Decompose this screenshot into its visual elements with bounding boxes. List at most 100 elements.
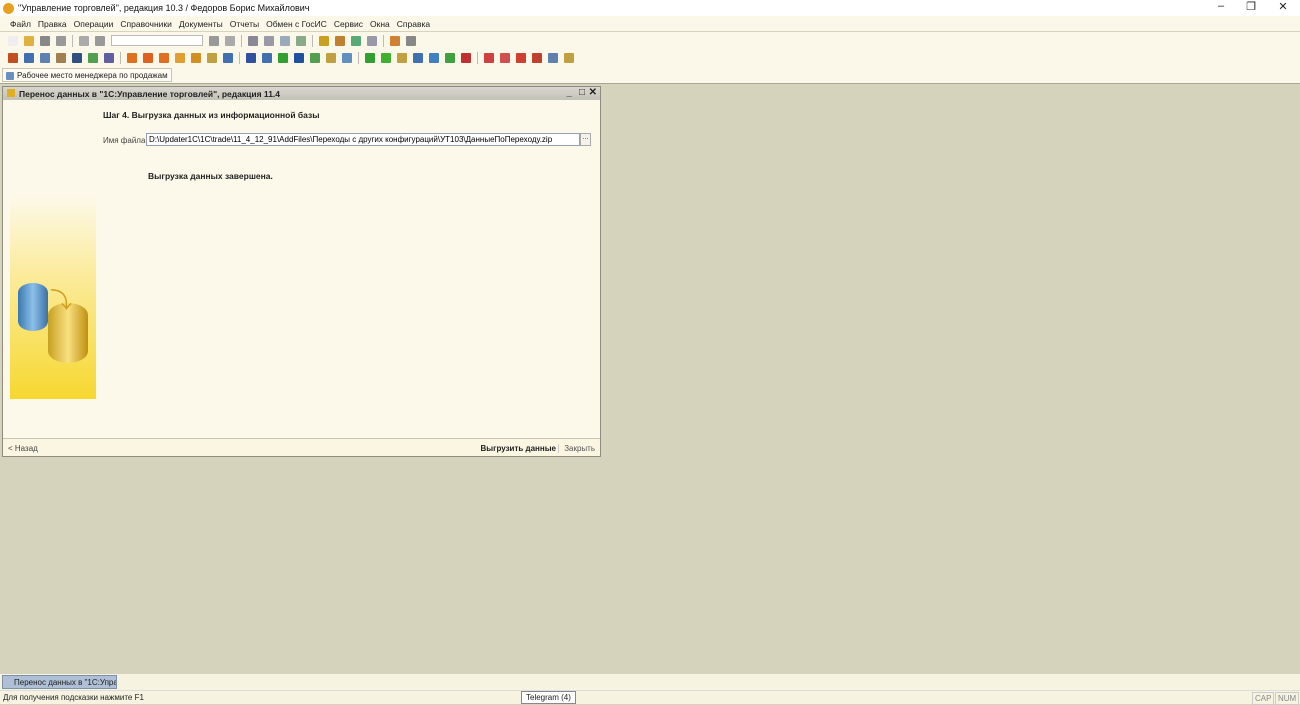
toolbar-button-icon[interactable] xyxy=(8,35,18,46)
taskbar-item-transfer[interactable]: Перенос данных в "1С:Упра... xyxy=(2,675,117,689)
toolbar-button-icon[interactable] xyxy=(413,52,423,63)
toolbar-button-icon[interactable] xyxy=(280,35,290,46)
toolbar-button-icon[interactable] xyxy=(532,52,542,63)
toolbar-button-icon[interactable] xyxy=(159,52,169,63)
toolbar-button-icon[interactable] xyxy=(445,52,455,63)
toolbar-button-icon[interactable] xyxy=(564,52,574,63)
toolbar-button-icon[interactable] xyxy=(225,35,235,46)
toolbar-button-icon[interactable] xyxy=(127,52,137,63)
toolbar-button-icon[interactable] xyxy=(461,52,471,63)
toolbar-button-icon[interactable] xyxy=(397,52,407,63)
toolbar-button-icon[interactable] xyxy=(56,52,66,63)
toolbar-button-icon[interactable] xyxy=(296,35,306,46)
minimize-button[interactable]: – xyxy=(1206,0,1236,12)
close-app-button[interactable]: ✕ xyxy=(1268,0,1298,13)
app-logo-icon xyxy=(3,2,14,14)
menu-item[interactable]: Файл xyxy=(10,19,31,29)
toolbar-button-icon[interactable] xyxy=(8,52,18,63)
dialog-icon xyxy=(7,89,15,97)
menu-item[interactable]: Правка xyxy=(38,19,67,29)
toolbar-button-icon[interactable] xyxy=(351,35,361,46)
dialog-close-button[interactable]: ✕ xyxy=(589,87,597,98)
toolbar-button-icon[interactable] xyxy=(40,35,50,46)
toolbar-button-icon[interactable] xyxy=(516,52,526,63)
toolbar-button-icon[interactable] xyxy=(342,52,352,63)
toolbar-button-icon[interactable] xyxy=(95,35,105,46)
toolbar-button-icon[interactable] xyxy=(365,52,375,63)
database-blue-icon xyxy=(18,283,48,331)
toolbar-button-icon[interactable] xyxy=(104,52,114,63)
toolbar-button-icon[interactable] xyxy=(319,35,329,46)
toolbar-separator xyxy=(72,34,73,47)
menu-item[interactable]: Окна xyxy=(370,19,390,29)
app-title: "Управление торговлей", редакция 10.3 / … xyxy=(18,3,310,13)
telegram-tooltip: Telegram (4) xyxy=(521,691,576,704)
toolbar-button-icon[interactable] xyxy=(88,52,98,63)
num-indicator: NUM xyxy=(1275,692,1300,705)
toolbar-button-icon[interactable] xyxy=(207,52,217,63)
toolbar-button-icon[interactable] xyxy=(175,52,185,63)
status-hint: Для получения подсказки нажмите F1 xyxy=(3,693,144,702)
menu-item[interactable]: Операции xyxy=(74,19,114,29)
toolbar-button-icon[interactable] xyxy=(40,52,50,63)
close-button[interactable]: Закрыть xyxy=(558,444,595,453)
restore-button[interactable]: ❐ xyxy=(1236,0,1266,13)
panel-tab-sales-manager[interactable]: Рабочее место менеджера по продажам xyxy=(2,68,172,82)
toolbar-separator xyxy=(120,51,121,64)
search-combo[interactable] xyxy=(111,35,203,46)
toolbar-button-icon[interactable] xyxy=(246,52,256,63)
export-data-button[interactable]: Выгрузить данные xyxy=(481,444,557,453)
toolbar-button-icon[interactable] xyxy=(500,52,510,63)
cap-indicator: CAP xyxy=(1252,692,1275,705)
menu-item[interactable]: Отчеты xyxy=(230,19,259,29)
dialog-title-bar: Перенос данных в "1С:Управление торговле… xyxy=(3,87,600,100)
toolbar-button-icon[interactable] xyxy=(484,52,494,63)
toolbar-separator xyxy=(477,51,478,64)
toolbar-button-icon[interactable] xyxy=(294,52,304,63)
toolbar-documents xyxy=(0,49,1300,66)
toolbar-button-icon[interactable] xyxy=(326,52,336,63)
toolbar-button-icon[interactable] xyxy=(429,52,439,63)
status-message: Выгрузка данных завершена. xyxy=(148,171,273,181)
toolbar-button-icon[interactable] xyxy=(548,52,558,63)
dialog-minimize-button[interactable]: _ xyxy=(566,87,572,98)
toolbar-button-icon[interactable] xyxy=(264,35,274,46)
toolbar-button-icon[interactable] xyxy=(381,52,391,63)
toolbar-separator xyxy=(239,51,240,64)
browse-button[interactable]: ... xyxy=(580,133,591,146)
toolbar-separator xyxy=(241,34,242,47)
toolbar-button-icon[interactable] xyxy=(406,35,416,46)
menu-item[interactable]: Справка xyxy=(397,19,430,29)
toolbar-button-icon[interactable] xyxy=(262,52,272,63)
toolbar-separator xyxy=(358,51,359,64)
toolbar-button-icon[interactable] xyxy=(310,52,320,63)
status-bar: Для получения подсказки нажмите F1 Teleg… xyxy=(0,690,1300,705)
toolbar-button-icon[interactable] xyxy=(390,35,400,46)
toolbar-button-icon[interactable] xyxy=(143,52,153,63)
toolbar-button-icon[interactable] xyxy=(223,52,233,63)
dialog-maximize-button[interactable]: □ xyxy=(579,87,585,98)
toolbar-separator xyxy=(383,34,384,47)
toolbar-button-icon[interactable] xyxy=(191,52,201,63)
toolbar-button-icon[interactable] xyxy=(248,35,258,46)
file-name-input[interactable] xyxy=(146,133,580,146)
menu-bar: Файл Правка Операции Справочники Документы От… xyxy=(0,16,1300,31)
toolbar-button-icon[interactable] xyxy=(367,35,377,46)
toolbar-button-icon[interactable] xyxy=(72,52,82,63)
database-illustration: ⤵ xyxy=(10,195,96,399)
toolbar-button-icon[interactable] xyxy=(209,35,219,46)
toolbar-button-icon[interactable] xyxy=(335,35,345,46)
menu-item[interactable]: Справочники xyxy=(120,19,172,29)
toolbar-button-icon[interactable] xyxy=(56,35,66,46)
toolbar-button-icon[interactable] xyxy=(24,52,34,63)
dialog-title: Перенос данных в "1С:Управление торговле… xyxy=(19,88,281,99)
toolbar-button-icon[interactable] xyxy=(79,35,89,46)
toolbar-button-icon[interactable] xyxy=(24,35,34,46)
menu-item[interactable]: Сервис xyxy=(334,19,363,29)
dialog-footer: < Назад Выгрузить данные Закрыть xyxy=(3,438,600,456)
back-button[interactable]: < Назад xyxy=(8,444,38,453)
menu-item[interactable]: Обмен с ГосИС xyxy=(266,19,327,29)
step-heading: Шаг 4. Выгрузка данных из информационной… xyxy=(103,110,320,120)
toolbar-button-icon[interactable] xyxy=(278,52,288,63)
menu-item[interactable]: Документы xyxy=(179,19,223,29)
